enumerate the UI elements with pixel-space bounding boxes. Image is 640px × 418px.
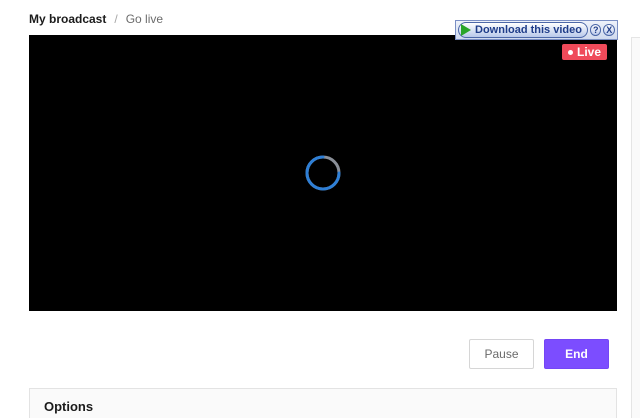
- close-button[interactable]: X: [603, 24, 615, 36]
- live-badge: Live: [561, 44, 607, 60]
- help-button[interactable]: ?: [589, 24, 602, 36]
- download-video-label: Download this video: [475, 24, 582, 36]
- breadcrumb-current: My broadcast: [29, 12, 107, 26]
- go-live-page: My broadcast / Go live Live Download this …: [0, 0, 640, 418]
- breadcrumb: My broadcast / Go live: [29, 12, 163, 26]
- video-player[interactable]: Live: [29, 35, 617, 311]
- side-panel-edge: [631, 37, 640, 418]
- end-button[interactable]: End: [544, 339, 609, 369]
- download-video-toolbar: Download this video ? X: [455, 20, 618, 40]
- loading-spinner-icon: [305, 155, 341, 191]
- download-video-button[interactable]: Download this video: [458, 22, 588, 38]
- breadcrumb-go-live[interactable]: Go live: [126, 12, 163, 26]
- options-panel[interactable]: Options: [29, 388, 617, 418]
- breadcrumb-separator: /: [114, 12, 118, 26]
- play-icon: [461, 24, 471, 36]
- live-dot-icon: [567, 49, 573, 55]
- options-title: Options: [44, 399, 94, 414]
- pause-button[interactable]: Pause: [469, 339, 534, 369]
- live-label: Live: [576, 45, 601, 59]
